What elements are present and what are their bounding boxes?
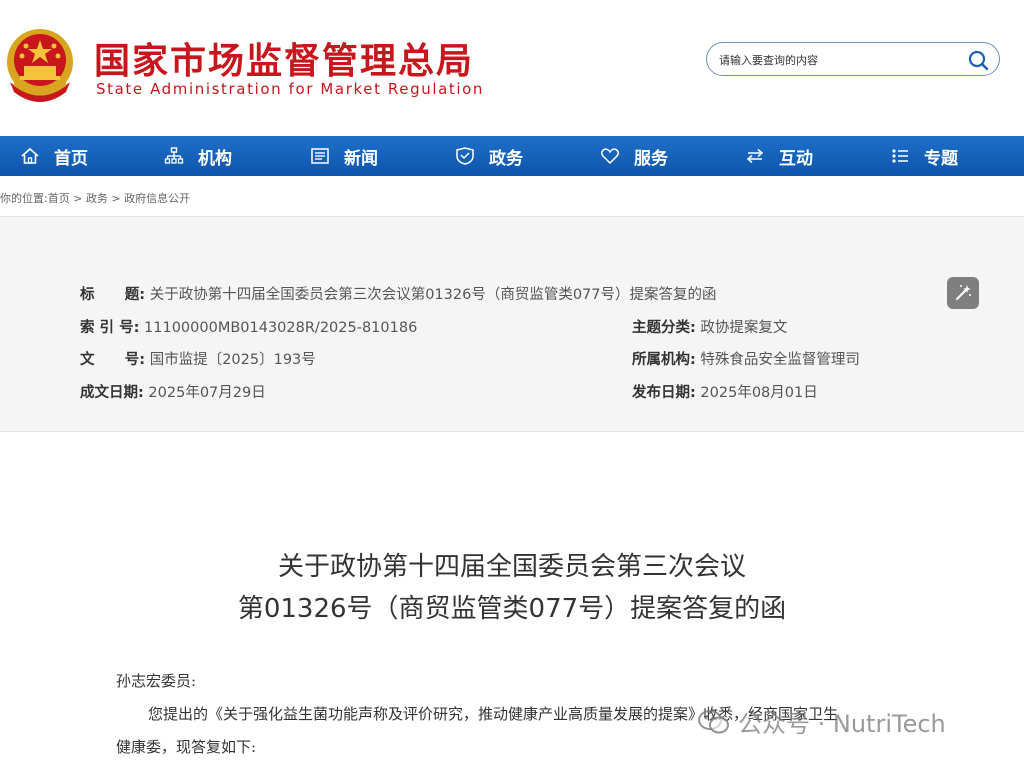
info-value-index: 11100000MB0143028R/2025-810186 <box>144 320 418 336</box>
news-icon <box>311 148 329 164</box>
breadcrumb-separator: > <box>69 192 86 205</box>
breadcrumb-prefix: 你的位置: <box>0 192 48 205</box>
nav-item-label: 机构 <box>198 148 232 169</box>
nav-item-topics[interactable]: 专题 <box>890 136 958 176</box>
nav-item-label: 服务 <box>634 148 668 169</box>
site-name-cn: 国家市场监督管理总局 <box>94 41 475 82</box>
shield-icon <box>456 147 474 165</box>
info-value-title: 关于政协第十四届全国委员会第三次会议第01326号（商贸监管类077号）提案答复… <box>149 287 717 303</box>
info-label-topic: 主题分类: <box>632 320 696 336</box>
main-nav: 首页 机构 新闻 政务 服务 互动 专题 <box>0 136 1024 176</box>
breadcrumb-link-gov-info[interactable]: 政府信息公开 <box>124 192 190 205</box>
nav-item-org[interactable]: 机构 <box>164 136 232 176</box>
article-title: 关于政协第十四届全国委员会第三次会议 第01326号（商贸监管类077号）提案答… <box>0 546 1024 630</box>
site-header: 国家市场监督管理总局 State Administration for Mark… <box>0 0 1024 132</box>
page: 国家市场监督管理总局 State Administration for Mark… <box>0 0 1024 760</box>
info-value-topic: 政协提案复文 <box>700 320 788 336</box>
breadcrumb-link-home[interactable]: 首页 <box>48 192 70 205</box>
info-value-docno: 国市监提〔2025〕193号 <box>149 352 316 368</box>
list-icon <box>892 149 908 163</box>
info-label-docno: 文 号: <box>80 352 146 368</box>
wechat-icon <box>698 709 729 733</box>
site-name-en: State Administration for Market Regulati… <box>96 80 485 98</box>
nav-item-home[interactable]: 首页 <box>20 136 88 176</box>
info-value-org: 特殊食品安全监督管理司 <box>700 352 860 368</box>
breadcrumb-separator: > <box>107 192 125 205</box>
article-paragraph-line-2: 健康委，现答复如下: <box>116 738 257 756</box>
nav-item-affairs[interactable]: 政务 <box>455 136 523 176</box>
home-icon <box>21 147 39 164</box>
nav-item-label: 互动 <box>779 148 813 169</box>
wechat-watermark: 公众号 · NutriTech <box>698 704 946 739</box>
article-title-line-2: 第01326号（商贸监管类077号）提案答复的函 <box>237 594 787 624</box>
article-salutation: 孙志宏委员: <box>116 672 197 690</box>
info-label-pubdate: 发布日期: <box>632 385 696 401</box>
info-value-date: 2025年07月29日 <box>148 385 266 401</box>
nav-item-label: 首页 <box>54 148 88 169</box>
article-title-line-1: 关于政协第十四届全国委员会第三次会议 <box>277 552 746 582</box>
nav-item-news[interactable]: 新闻 <box>310 136 378 176</box>
info-row-index: 索 引 号: 11100000MB0143028R/2025-810186 <box>80 316 417 337</box>
exchange-icon <box>746 148 764 164</box>
info-label-date: 成文日期: <box>80 385 144 401</box>
info-row-title: 标 题: 关于政协第十四届全国委员会第三次会议第01326号（商贸监管类077号… <box>80 283 717 304</box>
magic-wand-button[interactable] <box>947 277 979 309</box>
magic-wand-icon <box>956 285 971 300</box>
info-row-org: 所属机构: 特殊食品安全监督管理司 <box>632 348 860 369</box>
info-row-docno: 文 号: 国市监提〔2025〕193号 <box>80 348 316 369</box>
info-value-pubdate: 2025年08月01日 <box>700 385 818 401</box>
info-row-date: 成文日期: 2025年07月29日 <box>80 381 266 402</box>
nav-item-label: 专题 <box>924 148 958 169</box>
nav-item-label: 新闻 <box>344 148 378 169</box>
heart-icon <box>600 148 620 165</box>
search-box <box>706 42 1000 76</box>
document-info-panel: 标 题: 关于政协第十四届全国委员会第三次会议第01326号（商贸监管类077号… <box>0 216 1024 432</box>
national-emblem-icon <box>7 29 73 102</box>
search-input[interactable] <box>719 50 959 70</box>
info-label-org: 所属机构: <box>632 352 696 368</box>
nav-item-label: 政务 <box>489 148 523 169</box>
info-row-topic: 主题分类: 政协提案复文 <box>632 316 787 337</box>
org-chart-icon <box>164 147 184 164</box>
info-label-index: 索 引 号: <box>80 320 140 336</box>
info-label-title: 标 题: <box>80 287 146 303</box>
watermark-text: 公众号 · NutriTech <box>738 710 946 738</box>
info-row-pubdate: 发布日期: 2025年08月01日 <box>632 381 818 402</box>
search-icon[interactable] <box>967 49 989 71</box>
nav-item-service[interactable]: 服务 <box>600 136 668 176</box>
breadcrumb: 你的位置:首页 > 政务 > 政府信息公开 <box>0 190 190 206</box>
nav-item-interact[interactable]: 互动 <box>745 136 813 176</box>
breadcrumb-link-affairs[interactable]: 政务 <box>86 192 108 205</box>
